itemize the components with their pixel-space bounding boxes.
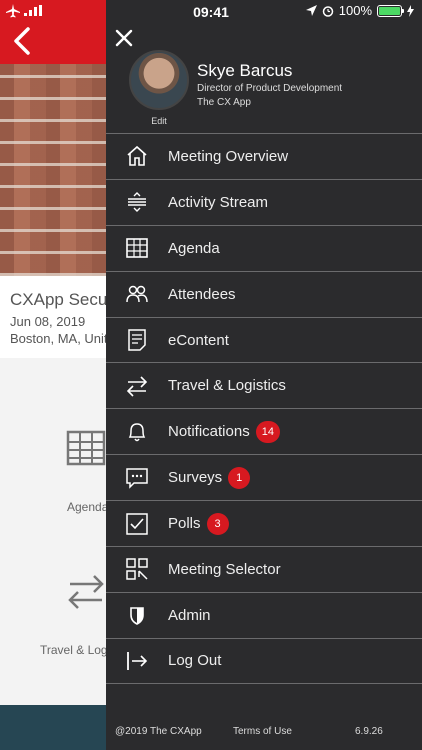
surveys-count-badge: 1 xyxy=(228,466,251,489)
chat-bubble-icon xyxy=(126,467,148,489)
menu-label: Admin xyxy=(168,606,211,624)
grid-icon xyxy=(126,238,148,259)
menu-item-attendees[interactable]: Attendees xyxy=(106,270,422,317)
menu-item-admin[interactable]: Admin xyxy=(106,591,422,638)
user-role: Director of Product Development xyxy=(197,83,343,94)
event-location: Boston, MA, Unite xyxy=(10,331,115,346)
battery-percent: 100% xyxy=(338,3,372,18)
drawer-footer: @2019 The CXApp Terms of Use 6.9.26 xyxy=(106,726,422,744)
side-drawer: Edit Skye Barcus Director of Product Dev… xyxy=(106,0,422,750)
checkbox-icon xyxy=(126,512,148,535)
menu-item-econtent[interactable]: eContent xyxy=(106,316,422,363)
close-icon[interactable] xyxy=(114,28,134,48)
shield-icon xyxy=(130,607,144,626)
drawer-menu: Meeting Overview Activity Stream Agenda xyxy=(106,133,422,684)
event-title: CXApp Secur xyxy=(10,290,113,309)
label-with-badge: Notifications 14 xyxy=(168,420,280,443)
logout-icon xyxy=(127,651,148,670)
location-arrow-icon xyxy=(305,5,317,16)
label-with-badge: Polls 3 xyxy=(168,512,229,535)
event-date: Jun 08, 2019 xyxy=(10,314,86,329)
menu-item-notifications[interactable]: Notifications 14 xyxy=(106,408,422,454)
menu-label: Surveys xyxy=(168,469,223,487)
menu-label: Polls xyxy=(168,515,201,533)
agenda-tile-icon[interactable] xyxy=(66,428,106,468)
travel-tile-icon[interactable] xyxy=(66,572,106,612)
user-organization: The CX App xyxy=(197,97,251,108)
menu-label: Activity Stream xyxy=(168,193,269,211)
status-bar: 09:41 100% xyxy=(0,0,422,22)
avatar[interactable] xyxy=(129,50,189,110)
swap-arrows-icon xyxy=(126,376,148,397)
menu-label: Attendees xyxy=(168,285,236,303)
menu-item-meeting-selector[interactable]: Meeting Selector xyxy=(106,546,422,592)
menu-item-travel-logistics[interactable]: Travel & Logistics xyxy=(106,362,422,408)
menu-item-meeting-overview[interactable]: Meeting Overview xyxy=(106,133,422,179)
qr-code-icon xyxy=(126,558,148,581)
menu-label: Agenda xyxy=(168,239,220,257)
app-version: 6.9.26 xyxy=(355,726,383,737)
travel-tile-label: Travel & Log xyxy=(40,643,108,657)
menu-item-log-out[interactable]: Log Out xyxy=(106,637,422,684)
user-name: Skye Barcus xyxy=(197,61,293,80)
document-icon xyxy=(128,329,146,351)
label-with-badge: Surveys 1 xyxy=(168,466,251,489)
menu-label: Meeting Selector xyxy=(168,560,281,578)
menu-label: Meeting Overview xyxy=(168,147,289,165)
copyright-text: @2019 The CXApp xyxy=(115,726,202,737)
menu-item-polls[interactable]: Polls 3 xyxy=(106,500,422,546)
charging-bolt-icon xyxy=(407,4,414,17)
menu-label: eContent xyxy=(168,331,229,349)
menu-label: Travel & Logistics xyxy=(168,377,286,395)
agenda-tile-label: Agenda xyxy=(67,500,109,514)
people-icon xyxy=(126,285,148,303)
status-right-group: 100% xyxy=(305,3,414,18)
menu-item-activity-stream[interactable]: Activity Stream xyxy=(106,178,422,225)
menu-item-surveys[interactable]: Surveys 1 xyxy=(106,454,422,500)
back-chevron-icon[interactable] xyxy=(10,26,34,56)
menu-label: Notifications xyxy=(168,423,250,441)
battery-icon xyxy=(377,4,404,17)
edit-profile-link[interactable]: Edit xyxy=(129,116,189,126)
polls-count-badge: 3 xyxy=(206,512,229,535)
terms-of-use-link[interactable]: Terms of Use xyxy=(233,726,292,737)
notifications-count-badge: 14 xyxy=(255,420,280,443)
alarm-icon xyxy=(322,5,333,17)
menu-label: Log Out xyxy=(168,652,222,670)
bell-icon xyxy=(128,423,146,442)
menu-item-agenda[interactable]: Agenda xyxy=(106,224,422,271)
home-icon xyxy=(127,146,147,167)
activity-stream-icon xyxy=(128,192,146,213)
